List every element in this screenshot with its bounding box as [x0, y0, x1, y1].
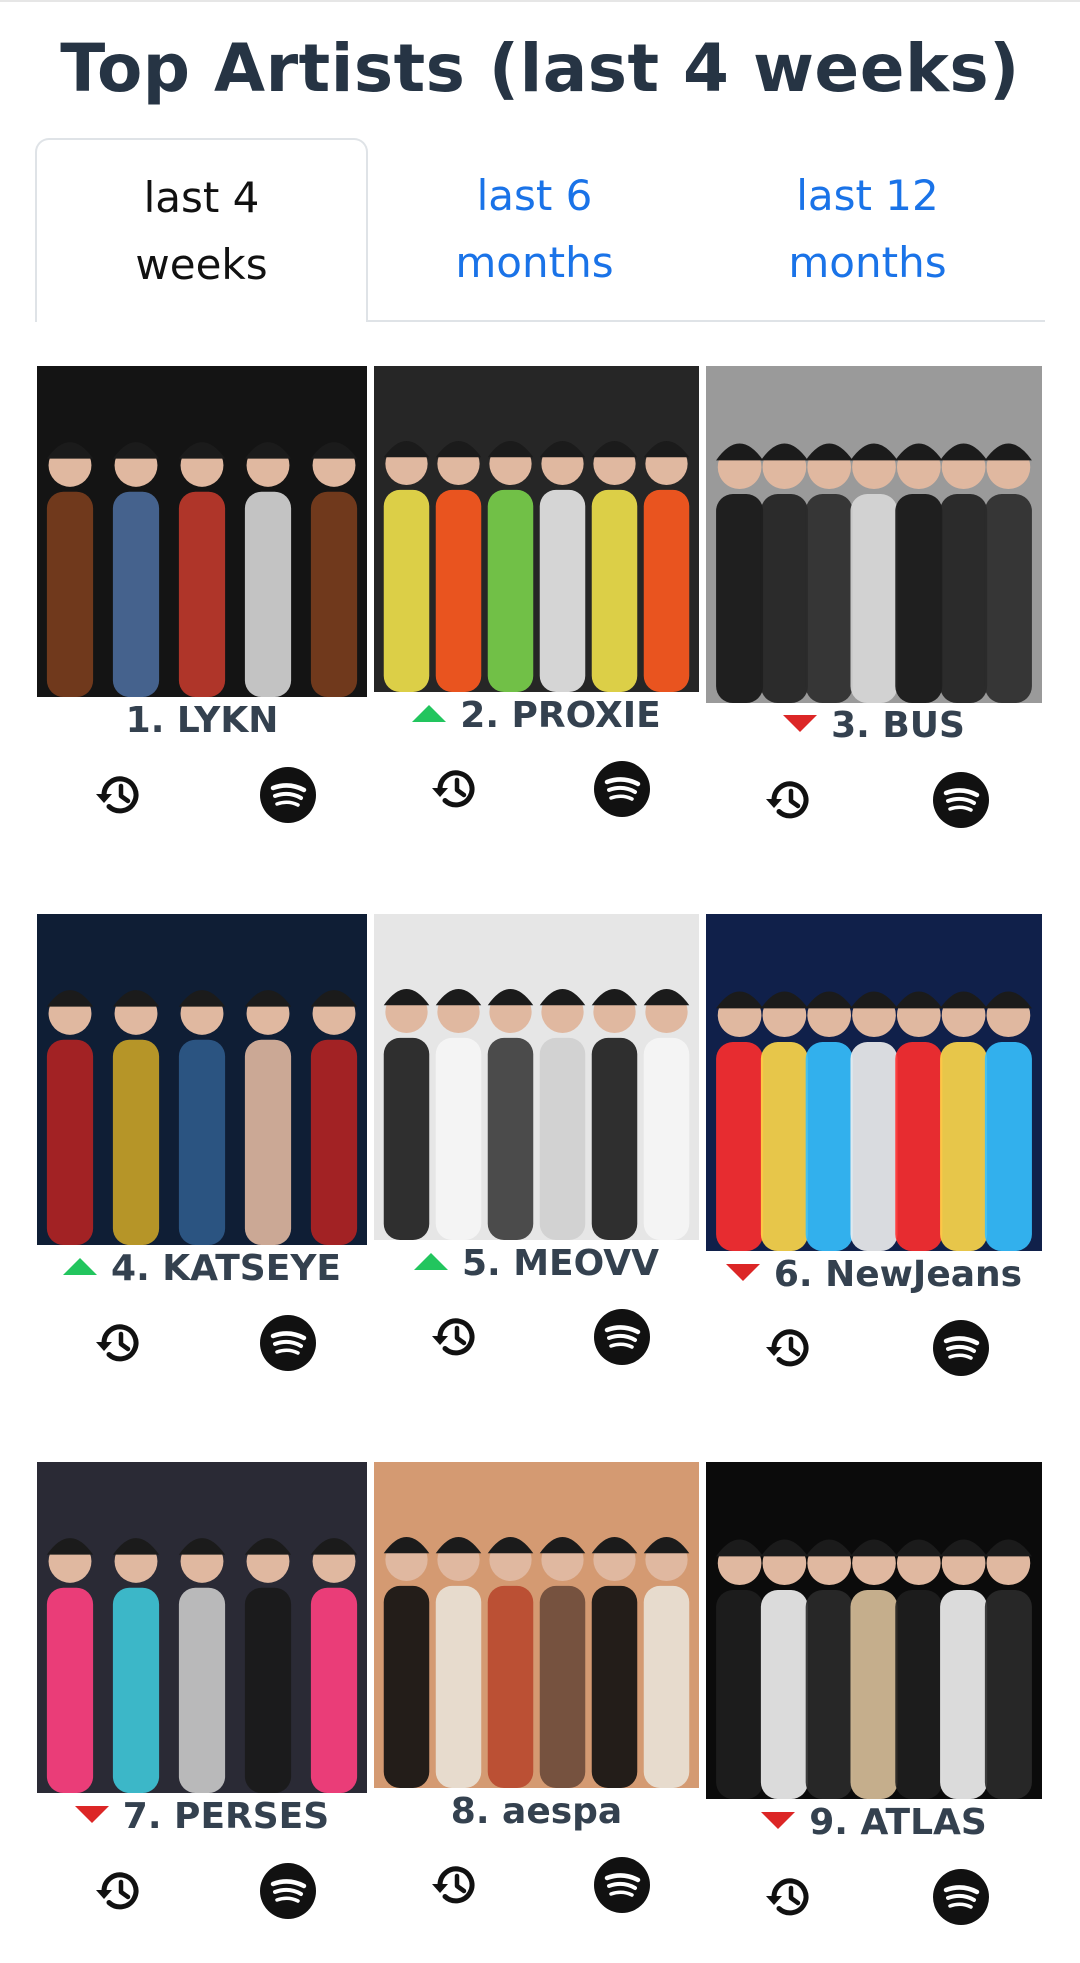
artist-rank-name: 1. LYKN: [37, 700, 367, 741]
spotify-icon[interactable]: [931, 1318, 991, 1378]
artist-rank-name: 6. NewJeans: [706, 1254, 1042, 1295]
artist-actions: [37, 1313, 367, 1373]
spotify-icon[interactable]: [258, 765, 318, 825]
trend-up-icon: [412, 704, 447, 722]
artist-name-label: 2. PROXIE: [460, 695, 661, 736]
artist-actions: [706, 1318, 1042, 1378]
tab-label: last 4 weeks: [135, 173, 268, 289]
history-icon[interactable]: [760, 1867, 820, 1927]
artist-actions: [706, 1867, 1042, 1927]
trend-down-icon: [74, 1805, 109, 1823]
history-icon[interactable]: [760, 770, 820, 830]
artist-name-label: 1. LYKN: [125, 700, 279, 741]
artist-photo[interactable]: [374, 1462, 699, 1788]
artist-photo[interactable]: [37, 1462, 367, 1793]
spotify-icon[interactable]: [258, 1861, 318, 1921]
artist-rank-name: 7. PERSES: [37, 1796, 367, 1837]
spotify-icon[interactable]: [258, 1313, 318, 1373]
trend-down-icon: [761, 1811, 796, 1829]
spotify-icon[interactable]: [931, 770, 991, 830]
artist-name-label: 3. BUS: [831, 705, 965, 746]
artist-actions: [37, 765, 367, 825]
artist-rank-name: 8. aespa: [374, 1791, 699, 1832]
artist-rank-name: 9. ATLAS: [706, 1802, 1042, 1843]
artist-photo[interactable]: [706, 1462, 1042, 1799]
tab-label: last 6 months: [455, 171, 614, 287]
tab-label: last 12 months: [788, 171, 947, 287]
spotify-icon[interactable]: [592, 1307, 652, 1367]
artist-photo[interactable]: [706, 914, 1042, 1251]
history-icon[interactable]: [90, 1861, 150, 1921]
trend-up-icon: [413, 1252, 448, 1270]
tab-last-12-months[interactable]: last 12 months: [701, 138, 1034, 320]
spotify-icon[interactable]: [592, 759, 652, 819]
artist-actions: [37, 1861, 367, 1921]
tab-last-6-months[interactable]: last 6 months: [368, 138, 701, 320]
page-title: Top Artists (last 4 weeks): [60, 30, 1020, 107]
history-icon[interactable]: [90, 1313, 150, 1373]
spotify-icon[interactable]: [931, 1867, 991, 1927]
trend-down-icon: [783, 714, 818, 732]
artist-rank-name: 4. KATSEYE: [37, 1248, 367, 1289]
trend-down-icon: [725, 1263, 760, 1281]
artist-rank-name: 2. PROXIE: [374, 695, 699, 736]
history-icon[interactable]: [426, 1855, 486, 1915]
artist-actions: [374, 1855, 699, 1915]
artist-photo[interactable]: [374, 914, 699, 1240]
history-icon[interactable]: [760, 1318, 820, 1378]
artist-photo[interactable]: [706, 366, 1042, 703]
artist-name-label: 8. aespa: [450, 1791, 623, 1832]
artist-name-label: 4. KATSEYE: [111, 1248, 341, 1289]
artist-photo[interactable]: [374, 366, 699, 692]
trend-up-icon: [63, 1257, 98, 1275]
artist-name-label: 9. ATLAS: [809, 1802, 987, 1843]
artist-name-label: 6. NewJeans: [773, 1254, 1023, 1295]
artist-name-label: 5. MEOVV: [461, 1243, 660, 1284]
history-icon[interactable]: [426, 759, 486, 819]
artist-photo[interactable]: [37, 366, 367, 697]
spotify-icon[interactable]: [592, 1855, 652, 1915]
top-divider: [0, 0, 1080, 2]
artist-rank-name: 3. BUS: [706, 705, 1042, 746]
history-icon[interactable]: [426, 1307, 486, 1367]
artist-name-label: 7. PERSES: [122, 1796, 330, 1837]
time-range-tabs: last 4 weeks last 6 months last 12 month…: [35, 138, 1045, 322]
history-icon[interactable]: [90, 765, 150, 825]
artist-rank-name: 5. MEOVV: [374, 1243, 699, 1284]
tab-last-4-weeks[interactable]: last 4 weeks: [35, 138, 368, 322]
artist-actions: [374, 759, 699, 819]
artist-photo[interactable]: [37, 914, 367, 1245]
artist-actions: [706, 770, 1042, 830]
artist-actions: [374, 1307, 699, 1367]
